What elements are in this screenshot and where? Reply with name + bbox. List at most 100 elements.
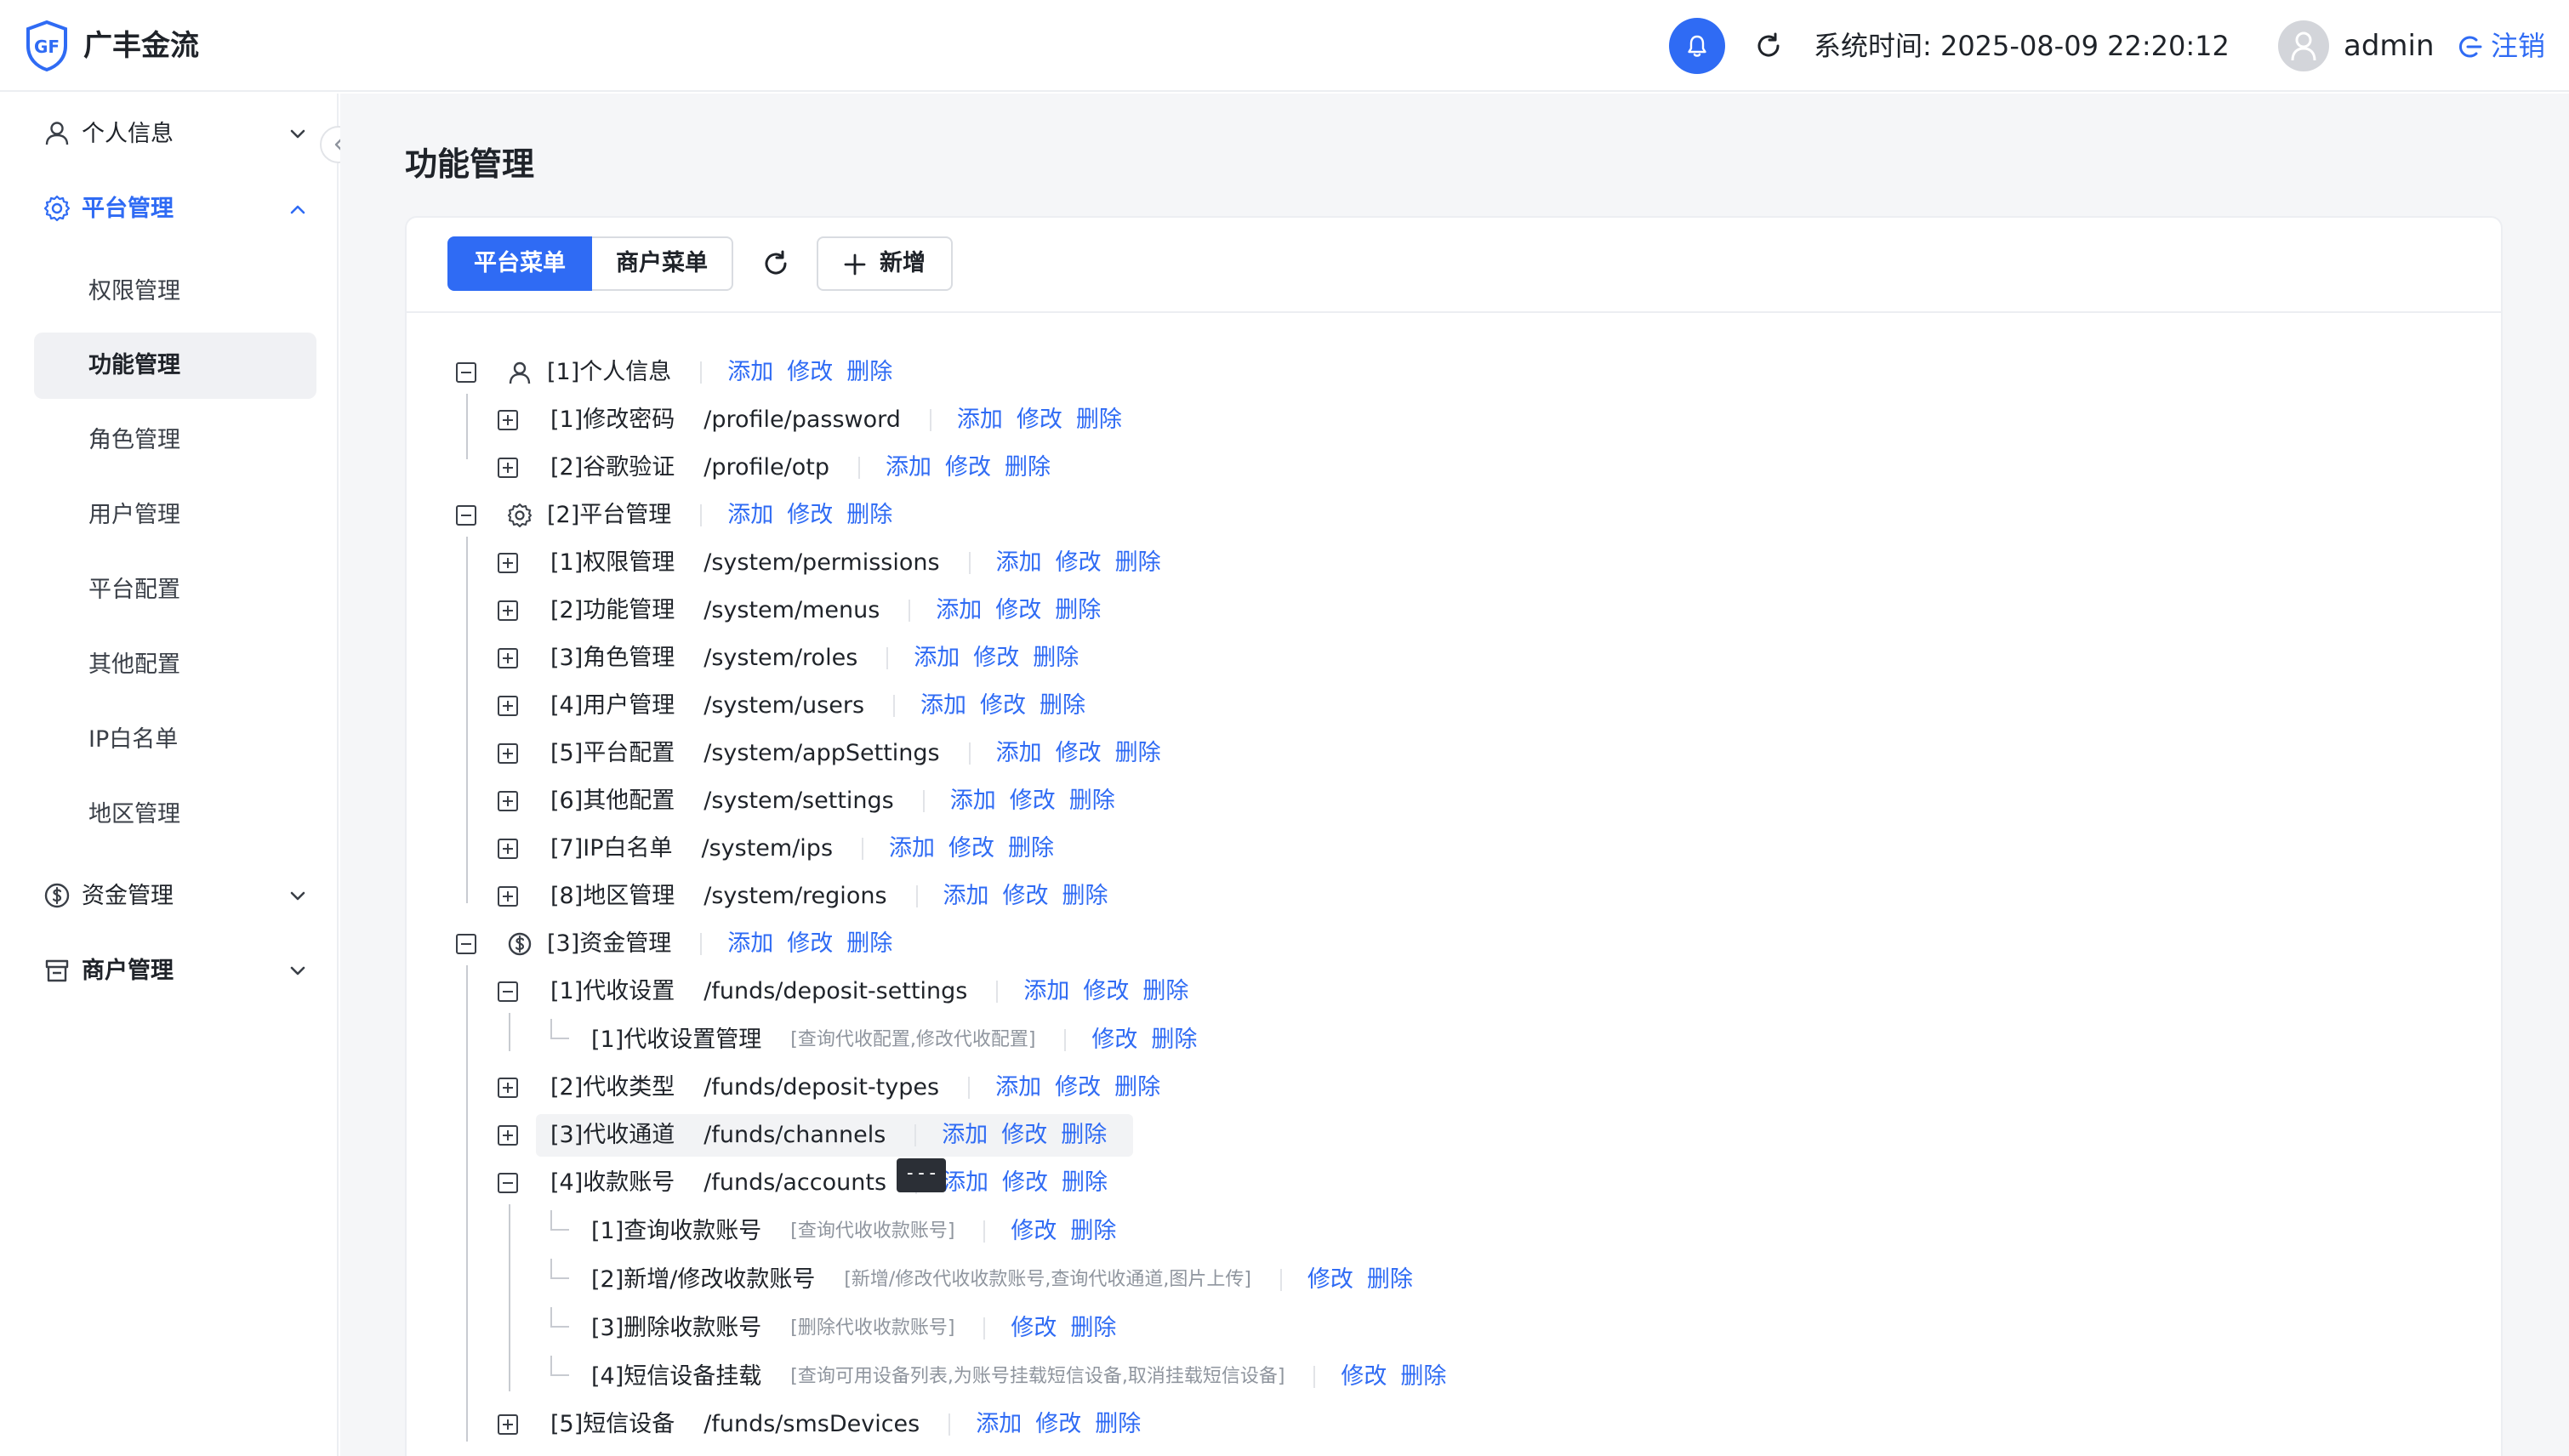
add-link[interactable]: 添加: [943, 875, 989, 918]
tree-node[interactable]: [7]IP白名单/system/ips 添加 修改 删除: [0, 828, 1531, 870]
add-link[interactable]: 添加: [996, 732, 1042, 775]
delete-link[interactable]: 删除: [1061, 1114, 1107, 1157]
tree-node[interactable]: [1]个人信息 添加 修改 删除: [0, 351, 1531, 394]
delete-link[interactable]: 删除: [1055, 589, 1101, 632]
edit-link[interactable]: 修改: [1083, 970, 1129, 1013]
add-link[interactable]: 添加: [957, 399, 1003, 441]
collapse-toggle-icon[interactable]: [456, 505, 476, 526]
expand-toggle-icon[interactable]: [498, 648, 518, 668]
expand-toggle-icon[interactable]: [498, 458, 518, 478]
tree-node[interactable]: [1]权限管理/system/permissions 添加 修改 删除: [0, 542, 1531, 584]
edit-link[interactable]: 修改: [995, 589, 1041, 632]
tab-merchant-menu[interactable]: 商户菜单: [592, 236, 733, 291]
add-link[interactable]: 添加: [995, 1066, 1041, 1109]
edit-link[interactable]: 修改: [973, 637, 1019, 680]
tree-node[interactable]: [2]功能管理/system/menus 添加 修改 删除: [0, 589, 1531, 632]
edit-link[interactable]: 修改: [1010, 780, 1056, 822]
tree-node[interactable]: [5]平台配置/system/appSettings 添加 修改 删除: [0, 732, 1531, 775]
edit-link[interactable]: 修改: [1091, 1019, 1137, 1061]
add-link[interactable]: 添加: [943, 1162, 988, 1204]
add-link[interactable]: 添加: [1023, 970, 1069, 1013]
add-link[interactable]: 添加: [950, 780, 996, 822]
delete-link[interactable]: 删除: [846, 494, 892, 537]
add-link[interactable]: 添加: [727, 494, 773, 537]
tree-node[interactable]: [4]收款账号/funds/accounts 添加 修改 删除: [0, 1162, 1531, 1204]
collapse-toggle-icon[interactable]: [498, 1173, 518, 1193]
expand-toggle-icon[interactable]: [498, 553, 518, 573]
expand-toggle-icon[interactable]: [498, 696, 518, 716]
tree-node[interactable]: [2]平台管理 添加 修改 删除: [0, 494, 1531, 537]
edit-link[interactable]: 修改: [1003, 875, 1049, 918]
add-link[interactable]: 添加: [886, 446, 931, 489]
refresh-icon[interactable]: [760, 248, 791, 279]
delete-link[interactable]: 删除: [1115, 732, 1161, 775]
delete-link[interactable]: 删除: [1115, 542, 1161, 584]
add-link[interactable]: 添加: [942, 1114, 988, 1157]
edit-link[interactable]: 修改: [948, 828, 994, 870]
expand-toggle-icon[interactable]: [498, 410, 518, 430]
tree-node[interactable]: [5]短信设备/funds/smsDevices 添加 修改 删除: [0, 1403, 1531, 1446]
delete-link[interactable]: 删除: [1005, 446, 1051, 489]
expand-toggle-icon[interactable]: [498, 1414, 518, 1435]
delete-link[interactable]: 删除: [1008, 828, 1054, 870]
edit-link[interactable]: 修改: [1056, 732, 1102, 775]
edit-link[interactable]: 修改: [787, 351, 833, 394]
tree-node[interactable]: [6]其他配置/system/settings 添加 修改 删除: [0, 780, 1531, 822]
username[interactable]: admin: [2344, 24, 2435, 68]
delete-link[interactable]: 删除: [1062, 875, 1108, 918]
add-link[interactable]: 添加: [727, 351, 773, 394]
edit-link[interactable]: 修改: [1002, 1162, 1048, 1204]
tree-node[interactable]: [8]地区管理/system/regions 添加 修改 删除: [0, 875, 1531, 918]
add-button[interactable]: 新增: [817, 236, 953, 291]
tree-node[interactable]: [1]修改密码/profile/password 添加 修改 删除: [0, 399, 1531, 441]
sidebar-item-permissions[interactable]: 权限管理: [34, 259, 316, 325]
edit-link[interactable]: 修改: [787, 494, 833, 537]
add-link[interactable]: 添加: [914, 637, 960, 680]
delete-link[interactable]: 删除: [846, 351, 892, 394]
add-link[interactable]: 添加: [727, 923, 773, 965]
tree-node[interactable]: [2]代收类型/funds/deposit-types 添加 修改 删除: [0, 1066, 1531, 1109]
delete-link[interactable]: 删除: [1070, 1307, 1116, 1350]
edit-link[interactable]: 修改: [1307, 1259, 1353, 1301]
edit-link[interactable]: 修改: [1017, 399, 1062, 441]
tree-node[interactable]: [3]角色管理/system/roles 添加 修改 删除: [0, 637, 1531, 680]
delete-link[interactable]: 删除: [1142, 970, 1188, 1013]
tree-node[interactable]: [3]资金管理 添加 修改 删除: [0, 923, 1531, 965]
edit-link[interactable]: 修改: [945, 446, 991, 489]
add-link[interactable]: 添加: [936, 589, 982, 632]
delete-link[interactable]: 删除: [1095, 1403, 1141, 1446]
expand-toggle-icon[interactable]: [498, 1125, 518, 1146]
delete-link[interactable]: 删除: [1040, 685, 1085, 727]
tree-node[interactable]: [4]短信设备挂载 [查询可用设备列表,为账号挂载短信设备,取消挂载短信设备] 修改…: [0, 1356, 1531, 1398]
tab-platform-menu[interactable]: 平台菜单: [447, 236, 592, 291]
sidebar-group-profile[interactable]: 个人信息: [34, 102, 315, 167]
delete-link[interactable]: 删除: [1151, 1019, 1197, 1061]
collapse-toggle-icon[interactable]: [456, 362, 476, 383]
expand-toggle-icon[interactable]: [498, 600, 518, 621]
edit-link[interactable]: 修改: [787, 923, 833, 965]
edit-link[interactable]: 修改: [1001, 1114, 1047, 1157]
expand-toggle-icon[interactable]: [498, 886, 518, 907]
avatar[interactable]: [2278, 20, 2329, 71]
delete-link[interactable]: 删除: [1070, 1210, 1116, 1253]
tree-node[interactable]: [3]代收通道/funds/channels 添加 修改 删除: [0, 1114, 1531, 1157]
tree-node[interactable]: [1]查询收款账号 [查询代收收款账号] 修改 删除: [0, 1210, 1531, 1253]
tree-node[interactable]: [1]代收设置管理 [查询代收配置,修改代收配置] 修改 删除: [0, 1019, 1531, 1061]
delete-link[interactable]: 删除: [1400, 1356, 1446, 1398]
add-link[interactable]: 添加: [889, 828, 935, 870]
edit-link[interactable]: 修改: [1035, 1403, 1081, 1446]
edit-link[interactable]: 修改: [980, 685, 1026, 727]
delete-link[interactable]: 删除: [1114, 1066, 1160, 1109]
edit-link[interactable]: 修改: [1055, 1066, 1101, 1109]
collapse-toggle-icon[interactable]: [456, 934, 476, 954]
tree-node[interactable]: [2]谷歌验证/profile/otp 添加 修改 删除: [0, 446, 1531, 489]
delete-link[interactable]: 删除: [1367, 1259, 1413, 1301]
edit-link[interactable]: 修改: [1341, 1356, 1387, 1398]
delete-link[interactable]: 删除: [1033, 637, 1079, 680]
sidebar-group-platform[interactable]: 平台管理: [34, 177, 315, 242]
expand-toggle-icon[interactable]: [498, 1078, 518, 1098]
add-link[interactable]: 添加: [976, 1403, 1022, 1446]
delete-link[interactable]: 删除: [1069, 780, 1115, 822]
notification-button[interactable]: [1669, 18, 1725, 74]
add-link[interactable]: 添加: [920, 685, 966, 727]
